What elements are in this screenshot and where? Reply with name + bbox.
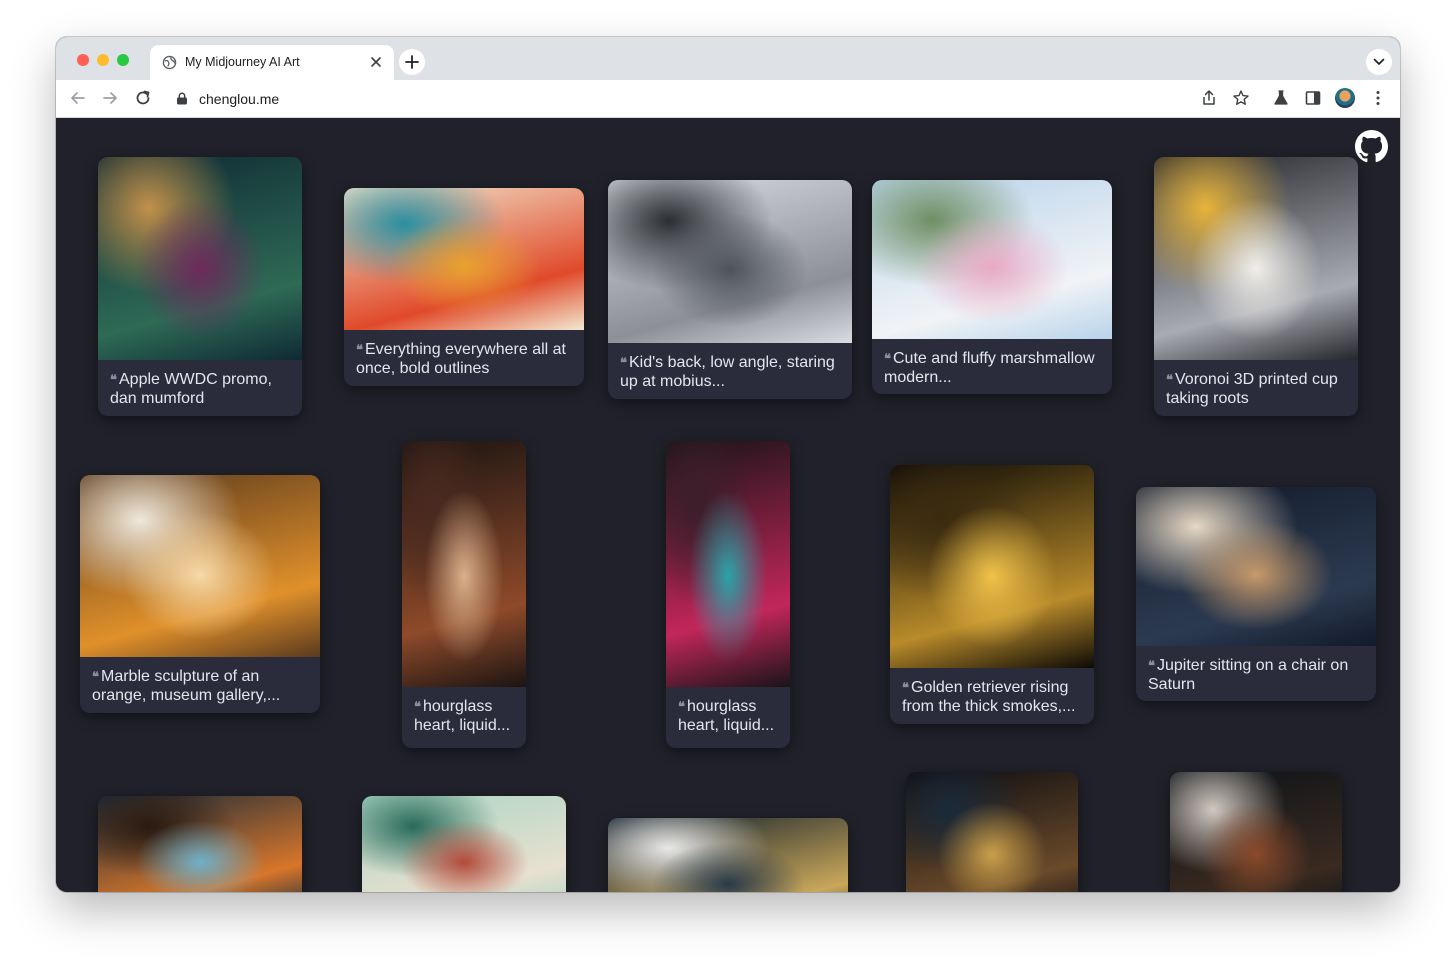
artwork-image[interactable] <box>344 188 584 330</box>
zoom-window-button[interactable] <box>117 54 129 66</box>
artwork-image[interactable] <box>608 180 852 343</box>
gallery-card[interactable] <box>362 796 566 892</box>
gallery-card[interactable] <box>608 818 848 892</box>
artwork-caption: ❝ Golden retriever rising from the thick … <box>902 678 1086 716</box>
lock-icon[interactable] <box>176 92 188 105</box>
artwork-caption: ❝ Kid's back, low angle, staring up at mo… <box>620 353 844 391</box>
quote-icon: ❝ <box>110 372 117 387</box>
forward-arrow-icon[interactable] <box>100 88 120 108</box>
tab-active[interactable]: My Midjourney AI Art <box>150 45 394 80</box>
profile-avatar-icon[interactable] <box>1335 88 1355 108</box>
gallery-card[interactable]: ❝ Kid's back, low angle, staring up at mo… <box>608 180 852 399</box>
artwork-caption: ❝ Marble sculpture of an orange, museum g… <box>92 667 312 705</box>
artwork-image[interactable] <box>906 772 1078 892</box>
tab-strip: My Midjourney AI Art <box>56 37 1400 80</box>
artwork-caption: ❝ hourglass heart, liquid... <box>678 697 782 735</box>
artwork-image[interactable] <box>872 180 1112 339</box>
reload-icon[interactable] <box>133 88 153 108</box>
minimize-window-button[interactable] <box>97 54 109 66</box>
artwork-image[interactable] <box>608 818 848 892</box>
gallery-card[interactable]: ❝ hourglass heart, liquid... <box>402 441 526 748</box>
star-icon[interactable] <box>1232 89 1250 107</box>
globe-icon <box>162 55 177 70</box>
share-icon[interactable] <box>1200 89 1218 107</box>
artwork-image[interactable] <box>402 441 526 687</box>
gallery-card[interactable]: ❝ Everything everywhere all at once, bold… <box>344 188 584 386</box>
artwork-image[interactable] <box>1154 157 1358 360</box>
caption-text: hourglass heart, liquid... <box>678 698 775 734</box>
caption-text: Golden retriever rising from the thick s… <box>902 679 1076 715</box>
quote-icon: ❝ <box>414 699 421 714</box>
tab-title: My Midjourney AI Art <box>185 55 300 69</box>
gallery-card[interactable] <box>906 772 1078 892</box>
github-icon[interactable] <box>1355 130 1388 163</box>
gallery-card[interactable]: ❝ Cute and fluffy marshmallow modern... <box>872 180 1112 394</box>
caption-text: Voronoi 3D printed cup taking roots <box>1166 371 1338 407</box>
tab-search-button[interactable] <box>1366 49 1392 75</box>
caption-text: Marble sculpture of an orange, museum ga… <box>92 668 281 704</box>
artwork-image[interactable] <box>80 475 320 657</box>
chevron-down-icon <box>1373 58 1385 65</box>
browser-window: My Midjourney AI Art chenglou.me ❝ Apple… <box>56 37 1400 892</box>
quote-icon: ❝ <box>620 355 627 370</box>
quote-icon: ❝ <box>92 669 99 684</box>
url-text[interactable]: chenglou.me <box>199 91 279 107</box>
back-arrow-icon[interactable] <box>68 88 88 108</box>
close-window-button[interactable] <box>77 54 89 66</box>
gallery-card[interactable]: ❝ hourglass heart, liquid... <box>666 441 790 748</box>
artwork-caption: ❝ Apple WWDC promo, dan mumford <box>110 370 294 408</box>
artwork-image[interactable] <box>362 796 566 892</box>
artwork-image[interactable] <box>98 796 302 892</box>
flask-icon[interactable] <box>1272 89 1290 107</box>
quote-icon: ❝ <box>678 699 685 714</box>
gallery-card[interactable] <box>1170 772 1342 892</box>
caption-text: hourglass heart, liquid... <box>414 698 511 734</box>
gallery-card[interactable]: ❝ Jupiter sitting on a chair on Saturn <box>1136 487 1376 701</box>
artwork-caption: ❝ Cute and fluffy marshmallow modern... <box>884 349 1104 387</box>
artwork-caption: ❝ hourglass heart, liquid... <box>414 697 518 735</box>
new-tab-button[interactable] <box>399 49 425 75</box>
caption-text: Cute and fluffy marshmallow modern... <box>884 350 1095 386</box>
caption-text: Kid's back, low angle, staring up at mob… <box>620 354 835 390</box>
artwork-image[interactable] <box>1136 487 1376 646</box>
caption-text: Everything everywhere all at once, bold … <box>356 341 566 377</box>
artwork-caption: ❝ Jupiter sitting on a chair on Saturn <box>1148 656 1368 694</box>
quote-icon: ❝ <box>1166 372 1173 387</box>
gallery-page: ❝ Apple WWDC promo, dan mumford ❝ Everythin… <box>56 118 1400 892</box>
close-icon[interactable] <box>368 54 384 70</box>
more-vertical-icon[interactable] <box>1369 89 1387 107</box>
gallery-card[interactable]: ❝ Golden retriever rising from the thick … <box>890 465 1094 724</box>
gallery-card[interactable]: ❝ Marble sculpture of an orange, museum g… <box>80 475 320 713</box>
browser-toolbar: chenglou.me <box>56 80 1400 118</box>
artwork-image[interactable] <box>890 465 1094 668</box>
quote-icon: ❝ <box>884 351 891 366</box>
caption-text: Jupiter sitting on a chair on Saturn <box>1148 657 1349 693</box>
plus-icon <box>405 55 419 69</box>
artwork-image[interactable] <box>1170 772 1342 892</box>
quote-icon: ❝ <box>902 680 909 695</box>
quote-icon: ❝ <box>356 342 363 357</box>
caption-text: Apple WWDC promo, dan mumford <box>110 371 272 407</box>
quote-icon: ❝ <box>1148 658 1155 673</box>
gallery-card[interactable] <box>98 796 302 892</box>
address-bar[interactable]: chenglou.me <box>166 84 1186 113</box>
gallery-card[interactable]: ❝ Apple WWDC promo, dan mumford <box>98 157 302 416</box>
artwork-caption: ❝ Everything everywhere all at once, bold… <box>356 340 576 378</box>
artwork-image[interactable] <box>98 157 302 360</box>
gallery-card[interactable]: ❝ Voronoi 3D printed cup taking roots <box>1154 157 1358 416</box>
artwork-caption: ❝ Voronoi 3D printed cup taking roots <box>1166 370 1350 408</box>
sidebar-icon[interactable] <box>1304 89 1322 107</box>
artwork-image[interactable] <box>666 441 790 687</box>
